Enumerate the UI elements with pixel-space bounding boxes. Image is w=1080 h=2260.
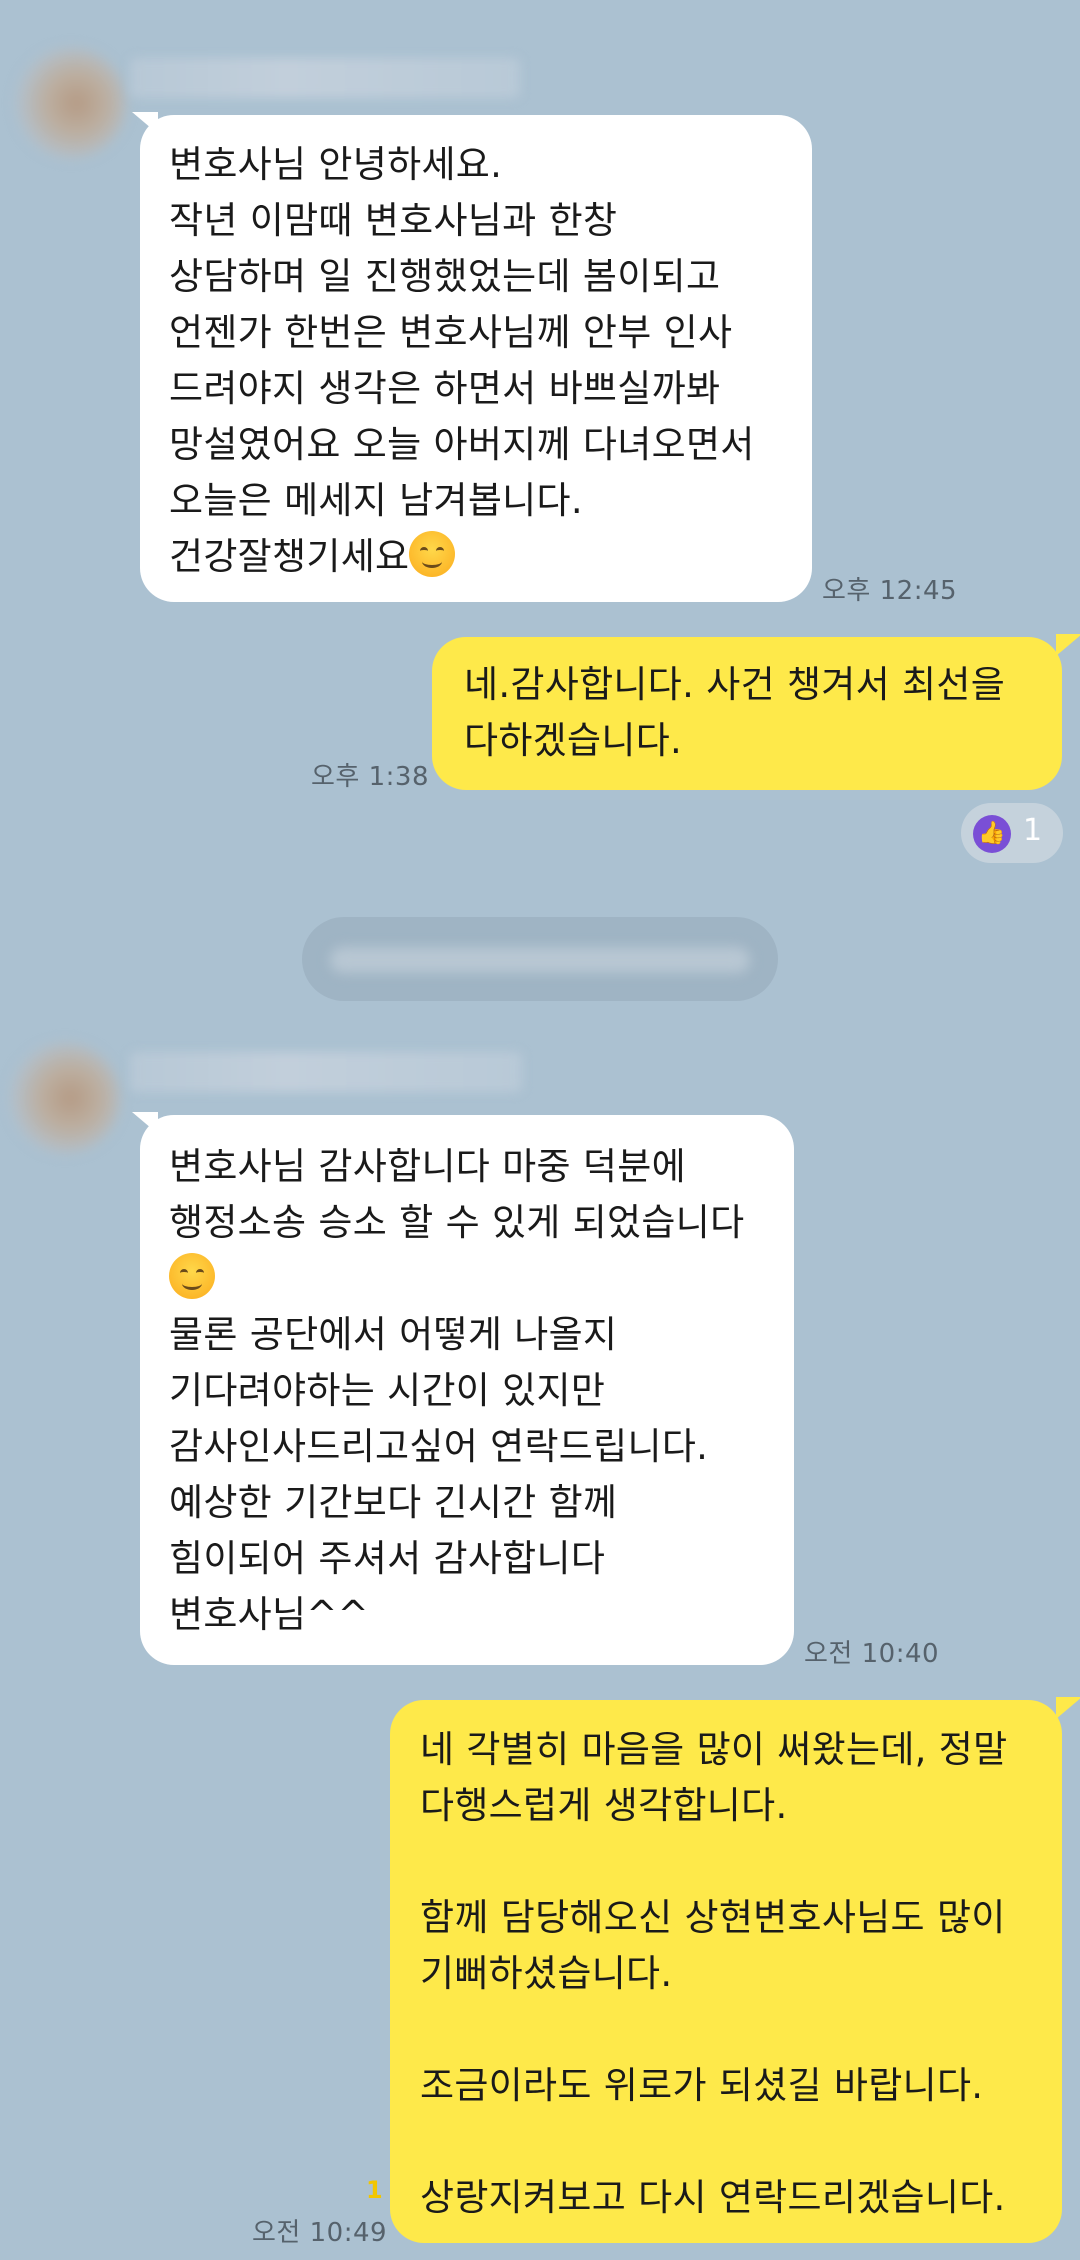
smiling-face-emoji	[169, 1253, 215, 1299]
unread-count: 1	[366, 2176, 383, 2204]
date-divider-blurred-text	[330, 947, 750, 973]
message-text: 네.감사합니다. 사건 챙겨서 최선을 다하겠습니다.	[464, 663, 1006, 762]
sender-avatar[interactable]	[16, 48, 126, 158]
reaction-badge[interactable]: 👍 1	[961, 803, 1063, 863]
outgoing-message-bubble[interactable]: 네 각별히 마음을 많이 써왔는데, 정말 다행스럽게 생각합니다. 함께 담당…	[390, 1700, 1062, 2243]
incoming-message-bubble[interactable]: 변호사님 안녕하세요. 작년 이맘때 변호사님과 한창 상담하며 일 진행했었는…	[140, 115, 812, 602]
message-text: 변호사님 안녕하세요. 작년 이맘때 변호사님과 한창 상담하며 일 진행했었는…	[169, 143, 755, 578]
message-text: 네 각별히 마음을 많이 써왔는데, 정말 다행스럽게 생각합니다. 함께 담당…	[420, 1728, 1008, 2219]
outgoing-message-bubble[interactable]: 네.감사합니다. 사건 챙겨서 최선을 다하겠습니다.	[432, 637, 1062, 790]
sender-name-blurred	[130, 58, 520, 98]
sender-avatar[interactable]	[10, 1043, 120, 1153]
message-time: 오전 10:40	[804, 1639, 940, 1669]
incoming-message-bubble[interactable]: 변호사님 감사합니다 마중 덕분에 행정소송 승소 할 수 있게 되었습니다 물…	[140, 1115, 794, 1665]
outgoing-bubble-tail	[1056, 1697, 1080, 1719]
sender-name-blurred	[130, 1052, 522, 1092]
thumbs-up-icon: 👍	[973, 815, 1011, 853]
smiling-face-emoji	[409, 531, 456, 577]
message-time: 오후 1:38	[311, 762, 429, 792]
message-time: 오전 10:49	[252, 2218, 388, 2248]
reaction-count: 1	[1023, 813, 1043, 848]
outgoing-bubble-tail	[1056, 634, 1080, 656]
message-text: 변호사님 감사합니다 마중 덕분에 행정소송 승소 할 수 있게 되었습니다	[169, 1145, 745, 1244]
message-text: 물론 공단에서 어떻게 나올지 기다려야하는 시간이 있지만 감사인사드리고싶어…	[169, 1313, 709, 1636]
message-time: 오후 12:45	[822, 576, 958, 606]
date-divider	[302, 917, 778, 1001]
